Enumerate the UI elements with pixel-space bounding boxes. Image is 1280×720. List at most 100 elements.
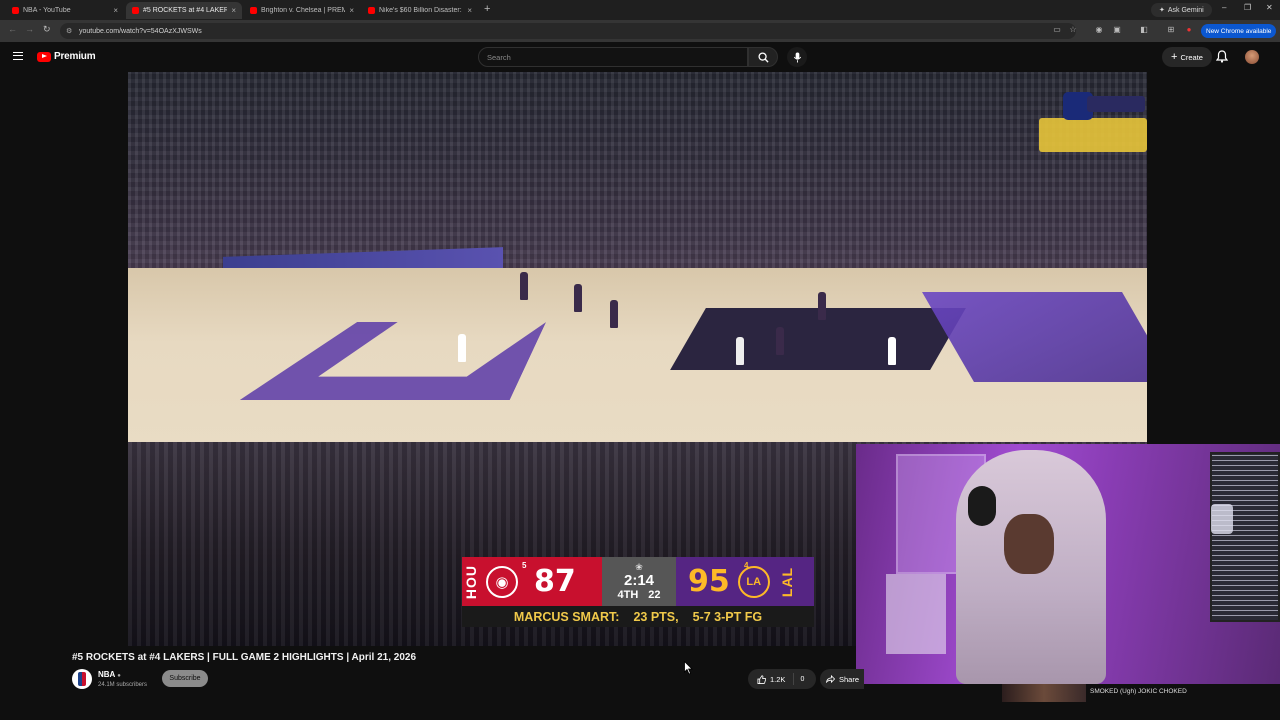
youtube-favicon-icon bbox=[368, 7, 375, 14]
recommended-video-thumbnail[interactable] bbox=[1002, 684, 1086, 702]
account-icon[interactable]: ⊞ bbox=[1166, 25, 1176, 35]
close-tab-icon[interactable]: × bbox=[467, 6, 472, 15]
youtube-logo[interactable]: Premium bbox=[37, 51, 96, 62]
verified-icon: ● bbox=[117, 673, 121, 679]
sidepanel-icon[interactable]: ◧ bbox=[1139, 25, 1149, 35]
game-clock: 2:14 bbox=[623, 571, 655, 589]
browser-tab-nba[interactable]: NBA - YouTube × bbox=[6, 2, 124, 19]
mouse-cursor-icon bbox=[684, 661, 693, 675]
dislike-count: 0 bbox=[800, 675, 805, 683]
youtube-favicon-icon bbox=[12, 7, 19, 14]
search-icon bbox=[757, 51, 769, 63]
ask-gemini-label: Ask Gemini bbox=[1167, 6, 1204, 14]
arena-crowd-upper bbox=[128, 72, 1147, 272]
player bbox=[520, 272, 528, 300]
player bbox=[610, 300, 618, 328]
player bbox=[574, 284, 582, 312]
menu-icon[interactable] bbox=[13, 52, 23, 60]
url-text: youtube.com/watch?v=54OAzXJWSWs bbox=[79, 27, 202, 35]
gemini-sparkle-icon: ✦ bbox=[1159, 7, 1165, 14]
search-button[interactable] bbox=[748, 47, 778, 67]
webcam-monitor bbox=[1210, 452, 1280, 622]
back-icon[interactable]: ← bbox=[8, 24, 17, 34]
ticker-points: 23 PTS, bbox=[633, 609, 679, 624]
scorebug-away-team: HOU ◉ 5 87 bbox=[462, 557, 602, 606]
cast-icon[interactable]: ▭ bbox=[1052, 25, 1062, 35]
youtube-favicon-icon bbox=[250, 7, 257, 14]
webcam-background-object bbox=[886, 574, 946, 654]
plus-icon: + bbox=[1171, 51, 1178, 63]
browser-toolbar: ← → ↻ ⚙ youtube.com/watch?v=54OAzXJWSWs … bbox=[0, 20, 1280, 42]
tab-title: NBA - YouTube bbox=[23, 7, 71, 14]
shot-clock: 22 bbox=[648, 588, 661, 601]
new-chrome-available-button[interactable]: New Chrome available bbox=[1201, 24, 1277, 38]
like-dislike-bar: 1.2K 0 bbox=[748, 669, 816, 689]
create-label: Create bbox=[1180, 52, 1203, 62]
user-avatar[interactable] bbox=[1245, 50, 1259, 64]
share-label: Share bbox=[839, 674, 859, 684]
tab-title: Brighton v. Chelsea | PREMIER bbox=[261, 7, 346, 14]
recording-icon[interactable]: ● bbox=[1184, 25, 1194, 35]
home-team-seed: 4 bbox=[744, 561, 749, 570]
tab-title: #5 ROCKETS at #4 LAKERS bbox=[143, 7, 228, 14]
ticker-player: MARCUS SMART: bbox=[513, 609, 620, 624]
scorebug-ticker: MARCUS SMART: 23 PTS, 5-7 3-PT FG bbox=[462, 606, 814, 627]
share-button[interactable]: Share bbox=[820, 669, 864, 689]
headset-icon bbox=[968, 486, 996, 526]
player bbox=[818, 292, 826, 320]
close-tab-icon[interactable]: × bbox=[349, 6, 354, 15]
new-tab-button[interactable]: + bbox=[484, 3, 490, 15]
browser-tab-rockets-lakers[interactable]: #5 ROCKETS at #4 LAKERS × bbox=[126, 2, 242, 19]
scorebug-clock: ❀ 2:14 4TH 22 bbox=[602, 557, 676, 606]
close-tab-icon[interactable]: × bbox=[113, 6, 118, 15]
channel-name-text: NBA bbox=[98, 670, 116, 679]
youtube-play-icon bbox=[37, 51, 51, 62]
nbc-network-bug bbox=[1039, 90, 1147, 152]
like-button[interactable]: 1.2K bbox=[748, 673, 795, 685]
browser-tab-brighton-chelsea[interactable]: Brighton v. Chelsea | PREMIER × bbox=[244, 2, 360, 19]
player bbox=[776, 327, 784, 355]
player bbox=[736, 337, 744, 365]
youtube-favicon-icon bbox=[132, 7, 139, 14]
forward-icon[interactable]: → bbox=[25, 24, 34, 34]
minimize-window-icon[interactable]: – bbox=[1222, 3, 1226, 12]
bookmark-star-icon[interactable]: ☆ bbox=[1068, 25, 1078, 35]
ticker-fg: 5-7 3-PT FG bbox=[692, 609, 763, 624]
away-team-abbr: HOU bbox=[463, 564, 479, 599]
game-period: 4TH bbox=[617, 588, 639, 601]
close-window-icon[interactable]: ✕ bbox=[1266, 3, 1273, 12]
rockets-logo-icon: ◉ bbox=[486, 565, 518, 598]
extensions-icon[interactable]: ▣ bbox=[1112, 25, 1122, 35]
profile-extension-icon[interactable]: ◉ bbox=[1094, 25, 1104, 35]
create-button[interactable]: + Create bbox=[1162, 47, 1212, 67]
player bbox=[888, 337, 896, 365]
notifications-bell-icon[interactable] bbox=[1216, 50, 1228, 63]
restore-window-icon[interactable]: ❐ bbox=[1244, 3, 1251, 12]
microphone-icon bbox=[793, 51, 801, 63]
recommended-video-title[interactable]: SMOKED (Ugh) JOKIC CHOKED bbox=[1090, 688, 1187, 695]
home-team-score: 95 bbox=[688, 564, 730, 599]
channel-avatar[interactable] bbox=[72, 669, 92, 689]
nbc-peacock-icon: ❀ bbox=[635, 561, 643, 572]
reload-icon[interactable]: ↻ bbox=[43, 24, 51, 35]
ask-gemini-button[interactable]: ✦ Ask Gemini bbox=[1151, 3, 1212, 17]
subscribe-button[interactable]: Subscribe bbox=[162, 670, 208, 687]
address-bar[interactable]: ⚙ youtube.com/watch?v=54OAzXJWSWs bbox=[60, 23, 1076, 39]
video-title: #5 ROCKETS at #4 LAKERS | FULL GAME 2 HI… bbox=[72, 652, 417, 663]
site-info-icon[interactable]: ⚙ bbox=[66, 27, 74, 35]
youtube-logo-text: Premium bbox=[54, 51, 96, 62]
dislike-button[interactable]: 0 bbox=[794, 676, 804, 683]
scorebug-home-team: 95 4 LA LAL bbox=[676, 557, 814, 606]
search-input[interactable]: Search bbox=[478, 47, 748, 67]
home-team-abbr: LAL bbox=[778, 566, 795, 597]
like-count: 1.2K bbox=[770, 674, 786, 684]
streamer-webcam bbox=[856, 444, 1280, 684]
close-tab-icon[interactable]: × bbox=[231, 6, 236, 15]
subscriber-count: 24.1M subscribers bbox=[98, 682, 148, 688]
thumbs-up-icon bbox=[757, 674, 766, 684]
tab-title: Nike's $60 Billion Disaster: Wh bbox=[379, 7, 463, 14]
voice-search-button[interactable] bbox=[787, 47, 807, 67]
channel-name[interactable]: NBA ● bbox=[98, 670, 121, 679]
lakers-logo-icon: LA bbox=[737, 565, 770, 598]
browser-tab-nike[interactable]: Nike's $60 Billion Disaster: Wh × bbox=[362, 2, 478, 19]
